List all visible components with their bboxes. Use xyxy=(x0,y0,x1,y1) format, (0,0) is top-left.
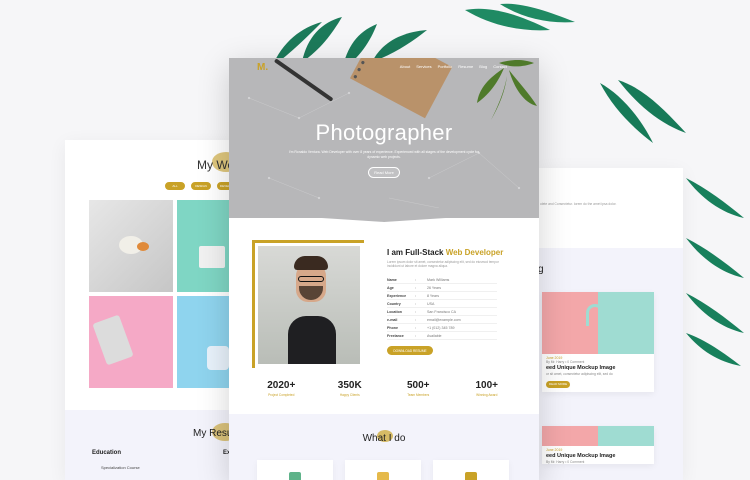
mockup-scene: My Wo ALL DESIGN DEVELOP My Resu Educati… xyxy=(0,0,750,480)
hero-section: M. About Services Portfolio Resume Blog … xyxy=(229,58,539,218)
resume-section xyxy=(65,410,255,480)
nav-contact[interactable]: Contact xyxy=(493,64,507,69)
stat-label: Project Completed xyxy=(268,393,295,397)
info-row: Phone: +1 (012) 345 789 xyxy=(387,324,497,332)
info-row: Experience:8 Years xyxy=(387,292,497,300)
intro-fragment: olete and Consectetur. lorem do the amet… xyxy=(540,202,617,206)
info-value: Mark Williams xyxy=(427,277,450,282)
hero-subtitle: I'm Ronaldo Ventura. Web Developer with … xyxy=(289,150,479,159)
main-page: M. About Services Portfolio Resume Blog … xyxy=(229,58,539,480)
info-value: 8 Years xyxy=(427,293,439,298)
portfolio-tile[interactable] xyxy=(89,296,173,388)
read-more-button[interactable]: READ MORE xyxy=(546,380,570,388)
stat-item: 500+ Team Members xyxy=(388,380,448,397)
resume-title: My Resu xyxy=(193,428,233,439)
info-row: Age:26 Years xyxy=(387,284,497,292)
leaf-decoration xyxy=(460,0,580,50)
stat-label: Team Members xyxy=(407,393,430,397)
info-value: USA xyxy=(427,301,435,306)
stat-number: 500+ xyxy=(406,380,430,391)
stat-item: 100+ Winning Award xyxy=(457,380,517,397)
service-icon xyxy=(289,472,301,480)
stat-item: 2020+ Project Completed xyxy=(251,380,311,397)
stats-row: 2020+ Project Completed 350K Happy Clients… xyxy=(229,380,539,397)
education-course: Specialization Course xyxy=(101,465,140,470)
blog-image xyxy=(542,292,654,354)
blog-excerpt: or sit amet, consectetur adipiscing elit… xyxy=(546,372,613,377)
blog-title-text[interactable]: eed Unique Mockup Image xyxy=(542,364,654,372)
service-icon xyxy=(465,472,477,480)
nav-about[interactable]: About xyxy=(400,64,410,69)
background-page-right: olete and Consectetur. lorem do the amet… xyxy=(538,168,683,480)
blog-card[interactable]: June 2019 By Mr. Harry • 0 Comment eed U… xyxy=(542,292,654,392)
info-row: e-mail: email@example.com xyxy=(387,316,497,324)
info-value: Available xyxy=(427,333,442,338)
info-key: Freelance xyxy=(387,333,404,338)
intro-text: Lorem ipsum dolor sit amet, consectetur … xyxy=(387,260,499,269)
info-key: Location xyxy=(387,309,402,314)
blog-card[interactable]: June 2019 eed Unique Mockup Image By Mr.… xyxy=(542,426,654,465)
info-value: San Francisco CA xyxy=(427,309,456,314)
info-key: Experience xyxy=(387,293,407,298)
stat-number: 350K xyxy=(337,380,362,391)
info-value[interactable]: +1 (012) 345 789 xyxy=(427,326,454,330)
background-page-left: My Wo ALL DESIGN DEVELOP My Resu Educati… xyxy=(65,140,255,480)
info-key: e-mail xyxy=(387,317,398,322)
leaf-decoration xyxy=(598,78,688,148)
stat-number: 100+ xyxy=(475,380,499,391)
nav-services[interactable]: Services xyxy=(416,64,431,69)
blog-title-text[interactable]: eed Unique Mockup Image xyxy=(542,452,654,460)
profile-photo xyxy=(258,246,360,364)
info-row: Name: Mark Williams xyxy=(387,276,497,284)
read-more-button[interactable]: Read More xyxy=(368,167,400,178)
stat-label: Winning Award xyxy=(476,393,498,397)
intro-title: I am Full-Stack Web Developer xyxy=(387,248,503,257)
download-resume-button[interactable]: DOWNLOAD RESUME xyxy=(387,346,433,355)
leaf-decoration xyxy=(686,168,746,368)
blog-image xyxy=(542,426,654,446)
nav-resume[interactable]: Resume xyxy=(458,64,473,69)
info-row: Location: San Francisco CA xyxy=(387,308,497,316)
info-key: Phone xyxy=(387,325,398,330)
blog-author: By Mr. Harry • 0 Comment xyxy=(546,460,585,464)
stat-label: Happy Clients xyxy=(339,393,360,397)
portfolio-filters: ALL DESIGN DEVELOP xyxy=(165,182,237,190)
filter-design[interactable]: DESIGN xyxy=(191,182,211,190)
info-row: Country: USA xyxy=(387,300,497,308)
info-key: Age xyxy=(387,285,394,290)
info-row: Freelance: Available xyxy=(387,332,497,340)
filter-all[interactable]: ALL xyxy=(165,182,185,190)
personal-info-list: Name: Mark Williams Age:26 Years Experien… xyxy=(387,276,497,340)
stat-number: 2020+ xyxy=(267,380,296,391)
service-icon xyxy=(377,472,389,480)
hero-title: Photographer xyxy=(315,120,453,145)
intro-title-prefix: I am Full-Stack xyxy=(387,248,446,257)
main-nav: About Services Portfolio Resume Blog Con… xyxy=(400,64,507,69)
stat-item: 350K Happy Clients xyxy=(320,380,380,397)
services-title: What I do xyxy=(362,433,406,444)
info-key: Country xyxy=(387,301,401,306)
portfolio-tile[interactable] xyxy=(89,200,173,292)
site-logo[interactable]: M. xyxy=(257,62,268,73)
info-value[interactable]: email@example.com xyxy=(427,318,461,322)
nav-blog[interactable]: Blog xyxy=(479,64,487,69)
info-value: 26 Years xyxy=(427,285,441,290)
info-key: Name xyxy=(387,277,397,282)
intro-title-highlight: Web Developer xyxy=(445,248,504,257)
service-card[interactable] xyxy=(257,460,333,480)
nav-portfolio[interactable]: Portfolio xyxy=(438,64,453,69)
education-heading: Education xyxy=(92,450,122,456)
hero-divider xyxy=(229,208,539,222)
service-card[interactable] xyxy=(345,460,421,480)
service-card[interactable] xyxy=(433,460,509,480)
